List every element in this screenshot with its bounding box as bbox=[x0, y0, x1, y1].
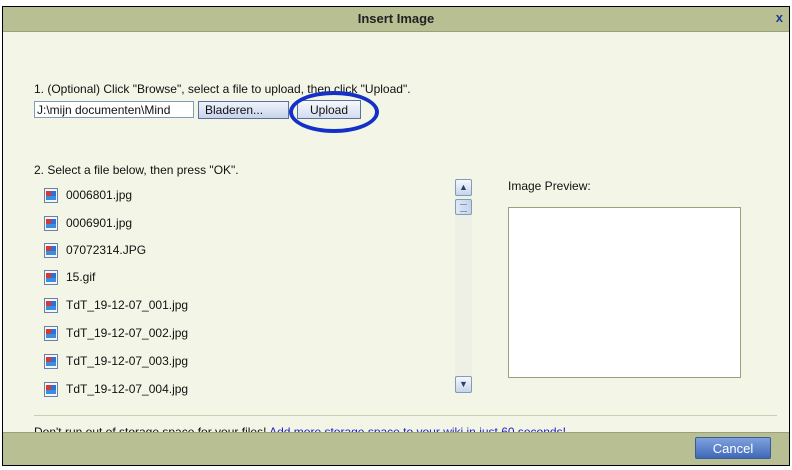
file-name: TdT_19-12-07_004.jpg bbox=[66, 382, 189, 396]
image-file-icon bbox=[44, 270, 58, 285]
browse-button[interactable]: Bladeren... bbox=[198, 101, 289, 119]
dialog-footer: Cancel bbox=[3, 432, 789, 465]
scroll-thumb[interactable] bbox=[455, 199, 472, 215]
file-path-input[interactable] bbox=[34, 101, 194, 118]
file-name: 15.gif bbox=[66, 270, 96, 284]
image-preview-label: Image Preview: bbox=[508, 179, 591, 193]
scroll-up-icon[interactable]: ▲ bbox=[455, 179, 472, 196]
divider bbox=[34, 415, 777, 416]
scroll-down-icon[interactable]: ▼ bbox=[455, 376, 472, 393]
image-file-icon bbox=[44, 216, 58, 231]
image-file-icon bbox=[44, 188, 58, 203]
file-name: 07072314.JPG bbox=[66, 243, 147, 257]
select-instruction: 2. Select a file below, then press "OK". bbox=[34, 163, 239, 177]
file-name: 0006801.jpg bbox=[66, 188, 133, 202]
insert-image-dialog: Insert Image x 1. (Optional) Click "Brow… bbox=[2, 6, 790, 466]
cancel-button[interactable]: Cancel bbox=[695, 437, 771, 459]
file-name: TdT_19-12-07_001.jpg bbox=[66, 298, 189, 312]
dialog-titlebar: Insert Image x bbox=[3, 7, 789, 32]
image-file-icon bbox=[44, 243, 58, 258]
close-icon[interactable]: x bbox=[776, 10, 783, 25]
image-file-icon bbox=[44, 326, 58, 341]
image-file-icon bbox=[44, 382, 58, 397]
image-file-icon bbox=[44, 354, 58, 369]
upload-button[interactable]: Upload bbox=[297, 100, 361, 119]
file-name: 0006901.jpg bbox=[66, 216, 133, 230]
file-name: TdT_19-12-07_003.jpg bbox=[66, 354, 189, 368]
upload-instruction: 1. (Optional) Click "Browse", select a f… bbox=[34, 82, 411, 96]
image-preview-box bbox=[508, 207, 741, 378]
dialog-title: Insert Image bbox=[357, 11, 435, 26]
file-name: TdT_19-12-07_002.jpg bbox=[66, 326, 189, 340]
file-list-scrollbar[interactable]: ▲ ▼ bbox=[455, 179, 472, 393]
image-file-icon bbox=[44, 298, 58, 313]
file-list: 0006801.jpg 0006901.jpg 07072314.JPG 15.gif… bbox=[34, 179, 474, 399]
